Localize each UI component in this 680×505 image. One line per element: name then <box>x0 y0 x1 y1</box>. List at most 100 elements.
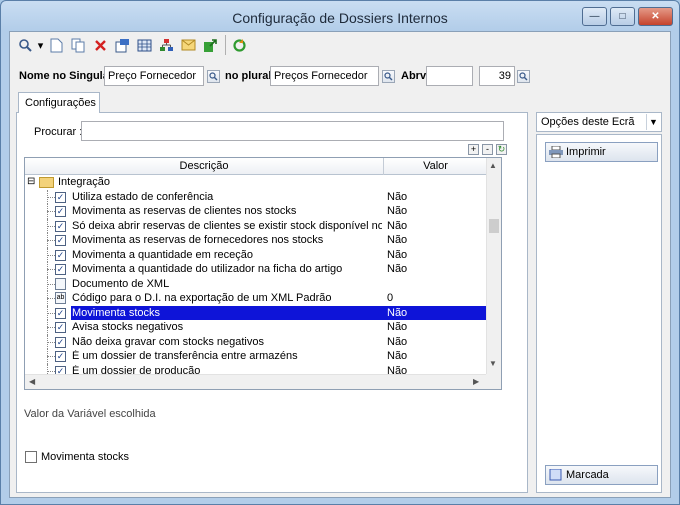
checkbox-icon[interactable]: ✓ <box>55 351 66 362</box>
row-description: Movimenta as reservas de clientes nos st… <box>72 205 297 217</box>
table-row[interactable]: ⊟ Integração <box>25 175 487 190</box>
table-row[interactable]: ✓ Movimenta a quantidade do utilizador na… <box>25 262 487 277</box>
variable-checkbox-label: Movimenta stocks <box>41 451 130 463</box>
number-input[interactable]: 39 <box>479 66 515 86</box>
toolbar: ▾ <box>10 32 670 58</box>
scroll-thumb[interactable] <box>489 219 499 233</box>
abrv-label: Abrv. <box>401 70 429 82</box>
printer-icon <box>549 146 563 158</box>
marked-button[interactable]: Marcada <box>545 465 658 485</box>
copy-icon[interactable] <box>68 35 89 55</box>
variable-label: Valor da Variável escolhida <box>24 408 156 420</box>
row-description: Documento de XML <box>72 277 170 290</box>
print-label: Imprimir <box>566 146 606 158</box>
refresh-tree-button[interactable]: ↻ <box>496 144 507 155</box>
table-row[interactable]: ✓ Movimenta as reservas de fornecedores n… <box>25 233 487 248</box>
checkbox-box[interactable] <box>25 451 37 463</box>
delete-icon[interactable] <box>90 35 111 55</box>
table-row[interactable]: ab Código para o D.I. na exportação de um… <box>25 291 487 306</box>
expand-all-button[interactable]: + <box>468 144 479 155</box>
print-button[interactable]: Imprimir <box>545 142 658 162</box>
row-description: Movimenta a quantidade do utilizador na … <box>72 263 343 275</box>
checkbox-icon[interactable]: ✓ <box>55 322 66 333</box>
singular-lookup-icon[interactable] <box>207 70 220 83</box>
variable-checkbox[interactable]: Movimenta stocks <box>25 451 129 463</box>
title-bar: Configuração de Dossiers Internos — □ ✕ <box>1 1 679 31</box>
hierarchy-icon[interactable] <box>156 35 177 55</box>
screen-options-label: Opções deste Ecrã <box>541 116 635 128</box>
checkbox-icon[interactable]: ✓ <box>55 264 66 275</box>
table-row[interactable]: ✓ Avisa stocks negativos Não <box>25 320 487 335</box>
row-value: Não <box>387 205 408 217</box>
table-row[interactable]: Documento de XML <box>25 276 487 291</box>
row-description: Movimenta as reservas de fornecedores no… <box>72 234 324 246</box>
row-value: Não <box>387 190 408 203</box>
maximize-button[interactable]: □ <box>610 7 635 26</box>
side-panel: Imprimir Marcada <box>536 134 662 493</box>
singular-input[interactable]: Preço Fornecedor <box>104 66 204 86</box>
checkbox-icon[interactable]: ✓ <box>55 336 66 348</box>
table-row[interactable]: ✓ Movimenta a quantidade em receção Não <box>25 247 487 262</box>
checkbox-icon[interactable]: ✓ <box>55 307 66 319</box>
app-window: Configuração de Dossiers Internos — □ ✕ … <box>0 0 680 505</box>
minimize-button[interactable]: — <box>582 7 607 26</box>
client-area: ▾ Nome no Singular Preço Fornecedor no p… <box>9 31 671 498</box>
row-description: Integração <box>58 176 110 188</box>
screen-options-select[interactable]: Opções deste Ecrã ▼ <box>536 112 662 132</box>
checkbox-icon[interactable]: ✓ <box>55 235 66 246</box>
row-value: Não <box>387 321 408 333</box>
config-grid: Descrição Valor ⊟ Integração ✓ Utiliza esta… <box>24 157 502 390</box>
properties-icon[interactable] <box>112 35 133 55</box>
scroll-up-icon[interactable]: ▲ <box>489 161 497 170</box>
scroll-corner <box>486 374 501 389</box>
column-header-descricao[interactable]: Descrição <box>25 158 384 175</box>
scroll-left-icon[interactable]: ◀ <box>29 377 35 386</box>
table-icon[interactable] <box>134 35 155 55</box>
number-lookup-icon[interactable] <box>517 70 530 83</box>
marked-icon <box>549 469 562 481</box>
plural-input[interactable]: Preços Fornecedor <box>270 66 379 86</box>
search-label: Procurar : <box>34 126 83 138</box>
row-description: Código para o D.I. na exportação de um X… <box>72 292 332 304</box>
checkbox-icon[interactable]: ✓ <box>55 220 66 232</box>
new-document-icon[interactable] <box>46 35 67 55</box>
chevron-down-icon[interactable]: ▼ <box>646 114 660 130</box>
row-description: Avisa stocks negativos <box>72 321 184 333</box>
search-input[interactable] <box>81 121 504 141</box>
abrv-input[interactable] <box>426 66 473 86</box>
collapse-tree-icon[interactable]: ⊟ <box>27 176 35 187</box>
name-row: Nome no Singular Preço Fornecedor no plu… <box>10 66 670 86</box>
row-value: 0 <box>387 292 394 304</box>
column-header-valor[interactable]: Valor <box>384 158 487 175</box>
checkbox-icon[interactable]: ✓ <box>55 249 66 261</box>
close-button[interactable]: ✕ <box>638 7 673 26</box>
checkbox-icon[interactable]: ✓ <box>55 206 66 217</box>
scroll-right-icon[interactable]: ▶ <box>473 377 479 386</box>
folder-icon <box>39 177 54 188</box>
row-value: Não <box>387 234 408 246</box>
marked-label: Marcada <box>566 469 609 481</box>
scroll-down-icon[interactable]: ▼ <box>489 359 497 368</box>
row-description: Movimenta stocks <box>72 306 161 319</box>
search-dropdown-icon[interactable]: ▾ <box>36 35 45 55</box>
table-row-selected[interactable]: ✓ Movimenta stocks Não <box>25 305 487 320</box>
plural-lookup-icon[interactable] <box>382 70 395 83</box>
email-icon[interactable] <box>178 35 199 55</box>
collapse-all-button[interactable]: - <box>482 144 493 155</box>
refresh-icon[interactable] <box>229 35 250 55</box>
row-description: Não deixa gravar com stocks negativos <box>72 335 264 348</box>
vertical-scrollbar[interactable]: ▲ ▼ <box>486 158 501 374</box>
checkbox-icon[interactable]: ✓ <box>55 191 66 203</box>
tab-configuracoes[interactable]: Configurações <box>18 92 100 113</box>
table-row[interactable]: ✓ Só deixa abrir reservas de clientes se … <box>25 218 487 233</box>
horizontal-scrollbar[interactable]: ◀ ▶ <box>25 374 487 389</box>
search-icon[interactable] <box>14 35 35 55</box>
table-row[interactable]: ✓ É um dossier de transferência entre arm… <box>25 349 487 364</box>
export-icon[interactable] <box>200 35 221 55</box>
table-row[interactable]: ✓ Utiliza estado de conferência Não <box>25 189 487 204</box>
singular-label: Nome no Singular <box>19 70 114 82</box>
row-value: Não <box>387 263 408 275</box>
table-row[interactable]: ✓ Movimenta as reservas de clientes nos s… <box>25 204 487 219</box>
tree-controls: + - ↻ <box>468 144 507 155</box>
table-row[interactable]: ✓ Não deixa gravar com stocks negativos Nã… <box>25 334 487 349</box>
